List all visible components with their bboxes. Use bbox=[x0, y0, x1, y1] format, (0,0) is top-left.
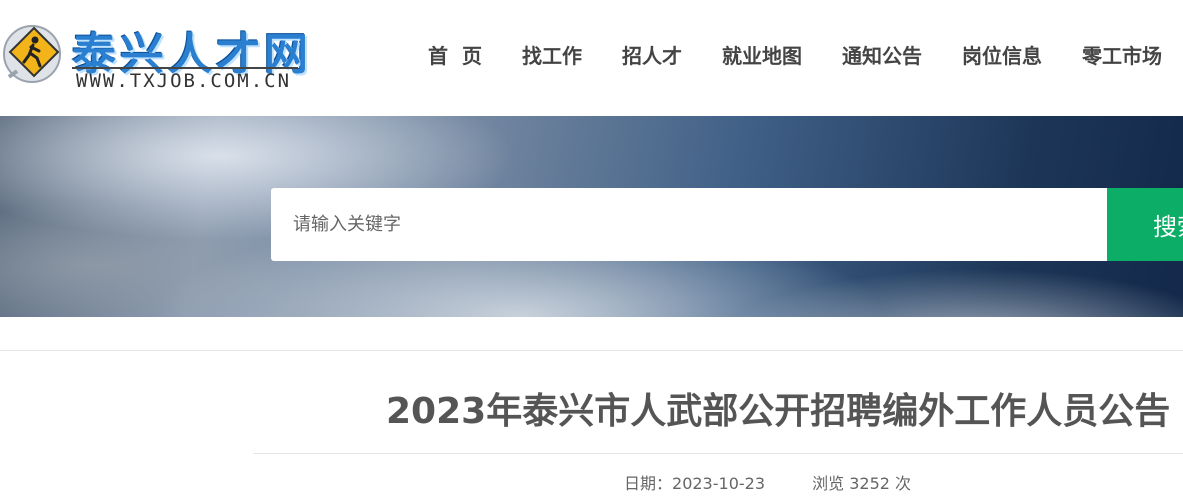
walking-person-sign-icon bbox=[3, 25, 61, 83]
nav-item-gig-market[interactable]: 零工市场 bbox=[1062, 38, 1182, 74]
article-meta: 日期：2023-10-23 浏览 3252 次 bbox=[624, 470, 911, 494]
site-logo[interactable]: 泰兴人才网 WWW.TXJOB.COM.CN bbox=[0, 12, 320, 102]
nav-item-employment-map[interactable]: 就业地图 bbox=[702, 38, 822, 74]
nav-item-positions[interactable]: 岗位信息 bbox=[942, 38, 1062, 74]
nav-item-recruit[interactable]: 招人才 bbox=[602, 38, 702, 74]
main-nav: 首页 找工作 招人才 就业地图 通知公告 岗位信息 零工市场 bbox=[408, 38, 1182, 74]
publish-date: 2023-10-23 bbox=[672, 474, 765, 493]
title-divider bbox=[253, 453, 1183, 454]
article-title: 2023年泰兴市人武部公开招聘编外工作人员公告 bbox=[386, 391, 1171, 432]
nav-item-find-job[interactable]: 找工作 bbox=[502, 38, 602, 74]
search-banner: 搜索 bbox=[0, 116, 1183, 317]
nav-item-notices[interactable]: 通知公告 bbox=[822, 38, 942, 74]
views-suffix: 次 bbox=[895, 474, 912, 493]
content-divider bbox=[0, 350, 1183, 351]
logo-divider bbox=[72, 67, 298, 69]
date-label: 日期： bbox=[624, 474, 673, 493]
nav-item-home[interactable]: 首页 bbox=[408, 38, 502, 74]
logo-url: WWW.TXJOB.COM.CN bbox=[76, 70, 292, 92]
views-prefix: 浏览 bbox=[812, 474, 845, 493]
site-header: 泰兴人才网 WWW.TXJOB.COM.CN 首页 找工作 招人才 就业地图 通… bbox=[0, 0, 1183, 116]
view-count: 3252 bbox=[849, 474, 890, 493]
search-input[interactable] bbox=[271, 188, 1107, 261]
search-button[interactable]: 搜索 bbox=[1107, 188, 1183, 261]
